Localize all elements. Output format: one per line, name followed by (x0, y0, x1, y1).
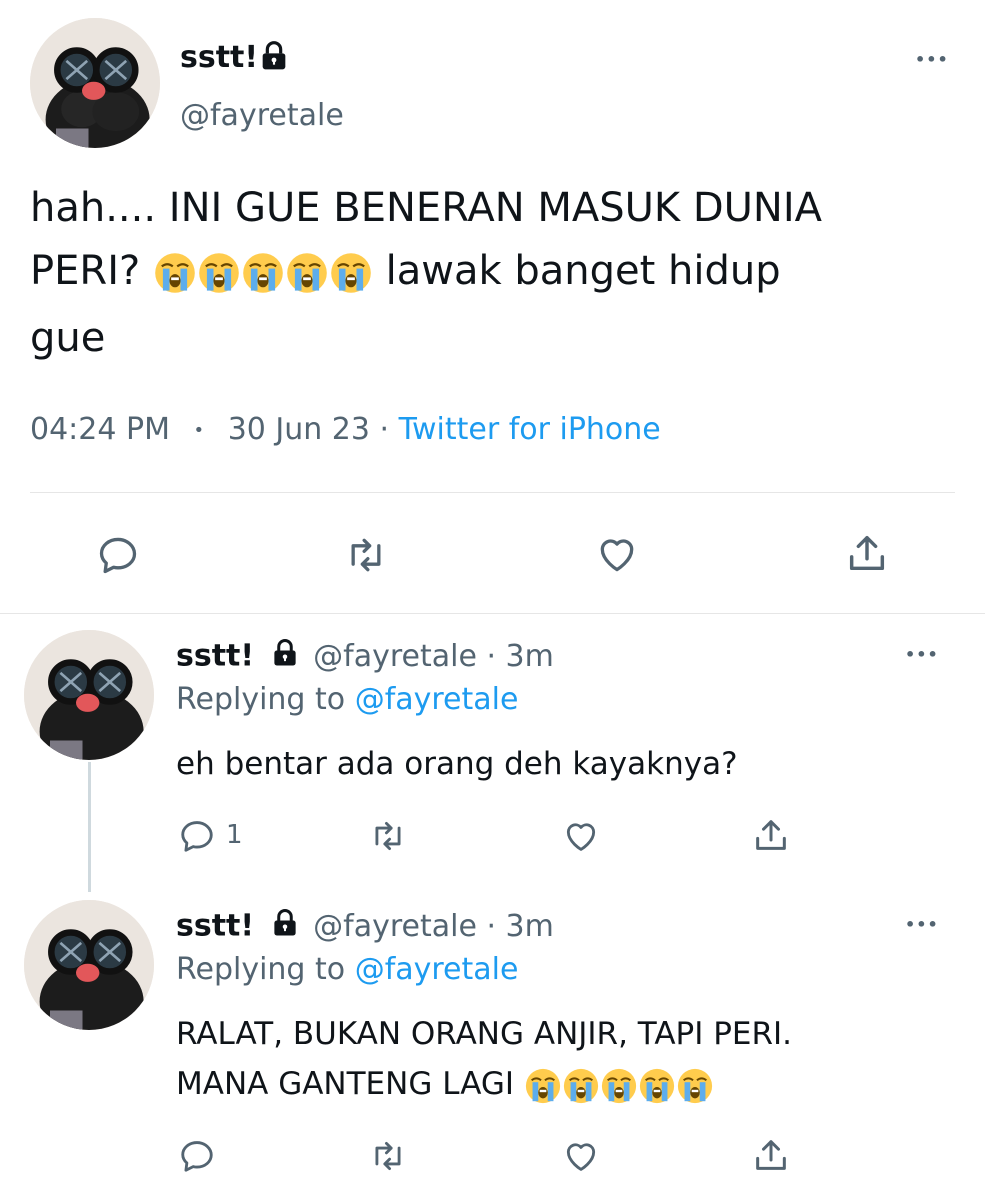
reply-count: 1 (226, 820, 243, 850)
emoji-group (524, 1066, 714, 1103)
thread-line (88, 762, 91, 892)
display-name[interactable]: sstt! (176, 639, 254, 674)
loudly-crying-face-icon (601, 1068, 636, 1103)
tweet-date: 30 Jun 23 (227, 412, 370, 447)
retweet-icon[interactable] (368, 817, 408, 855)
more-icon[interactable]: ••• (915, 50, 949, 69)
share-icon[interactable] (751, 1135, 791, 1175)
retweet-icon[interactable] (368, 1137, 408, 1175)
loudly-crying-face-icon (677, 1068, 712, 1103)
reply-icon[interactable] (178, 817, 216, 855)
heart-icon[interactable] (561, 817, 601, 855)
reply-icon[interactable] (178, 1137, 216, 1175)
divider (30, 492, 955, 493)
tweet-text-line-1: hah.... INI GUE BENERAN MASUK DUNIA (30, 185, 823, 231)
tweet-time: 04:24 PM (30, 412, 170, 447)
handle-time[interactable]: @fayretale · 3m (313, 639, 554, 674)
reply-header: sstt! @fayretale · 3m (176, 638, 554, 676)
avatar[interactable] (24, 900, 154, 1030)
display-name[interactable]: sstt! (180, 40, 258, 75)
avatar[interactable] (30, 18, 160, 148)
loudly-crying-face-icon (287, 253, 327, 293)
more-icon[interactable]: ••• (905, 915, 939, 934)
tweet-text-line-3: gue (30, 315, 106, 361)
loudly-crying-face-icon (199, 253, 239, 293)
loudly-crying-face-icon (525, 1068, 560, 1103)
replying-label: Replying to (176, 682, 346, 717)
handle-time[interactable]: @fayretale · 3m (313, 909, 554, 944)
divider (0, 613, 985, 614)
loudly-crying-face-icon (243, 253, 283, 293)
reply-text-line-2: MANA GANTENG LAGI (176, 1066, 714, 1105)
reply-header: sstt! @fayretale · 3m (176, 908, 554, 946)
replying-handle[interactable]: @fayretale (355, 952, 519, 987)
lock-icon (270, 638, 300, 676)
more-icon[interactable]: ••• (905, 645, 939, 664)
share-icon[interactable] (751, 815, 791, 855)
heart-icon[interactable] (594, 532, 640, 576)
replying-to: Replying to @fayretale (176, 952, 518, 987)
reply-icon[interactable] (96, 533, 140, 577)
replying-label: Replying to (176, 952, 346, 987)
reply-text-content: MANA GANTENG LAGI (176, 1066, 515, 1102)
replying-handle[interactable]: @fayretale (355, 682, 519, 717)
tweet-source[interactable]: Twitter for iPhone (399, 412, 661, 447)
lock-icon (258, 40, 290, 72)
display-name[interactable]: sstt! (176, 909, 254, 944)
meta-dot: • (193, 420, 205, 441)
loudly-crying-face-icon (563, 1068, 598, 1103)
reply-text-line-1: RALAT, BUKAN ORANG ANJIR, TAPI PERI. (176, 1016, 793, 1052)
handle[interactable]: @fayretale (180, 98, 344, 133)
heart-icon[interactable] (561, 1137, 601, 1175)
tweet-text-line-2: PERI? lawak banget hidup (30, 248, 781, 295)
loudly-crying-face-icon (331, 253, 371, 293)
tweet-meta: 04:24 PM • 30 Jun 23 · Twitter for iPhon… (30, 412, 661, 447)
replying-to: Replying to @fayretale (176, 682, 518, 717)
retweet-icon[interactable] (343, 533, 389, 577)
tweet-text-suffix: lawak banget hidup (385, 248, 781, 294)
lock-icon (270, 908, 300, 946)
avatar[interactable] (24, 630, 154, 760)
emoji-group (153, 248, 373, 294)
reply-text-line-1: eh bentar ada orang deh kayaknya? (176, 746, 738, 782)
share-icon[interactable] (844, 530, 890, 576)
loudly-crying-face-icon (639, 1068, 674, 1103)
meta-separator: · (379, 412, 390, 447)
tweet-text-prefix: PERI? (30, 248, 141, 294)
loudly-crying-face-icon (155, 253, 195, 293)
